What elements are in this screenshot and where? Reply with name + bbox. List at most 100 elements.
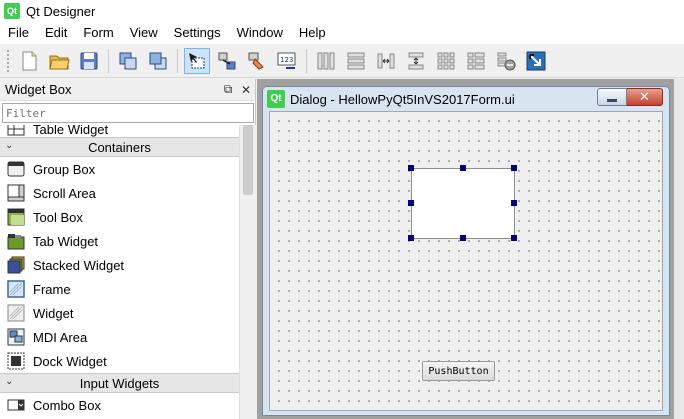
chevron-down-icon: ⌄: [5, 140, 14, 151]
adjust-size-button[interactable]: [523, 48, 549, 74]
edit-tab-order-button[interactable]: 123: [274, 48, 300, 74]
widget-box-title: Widget Box: [5, 82, 72, 97]
qt-logo-icon: Qt: [267, 90, 285, 108]
break-layout-button[interactable]: [493, 48, 519, 74]
dialog-title: Dialog - HellowPyQt5InVS2017Form.ui: [290, 91, 515, 107]
mdi-scrollbar[interactable]: [674, 79, 684, 419]
menu-edit[interactable]: Edit: [37, 22, 75, 44]
edit-signals-slots-button[interactable]: [214, 48, 240, 74]
widget-item-label: Frame: [33, 281, 71, 297]
widget-list: Table Widget ⌄ Containers Group Box Scro…: [0, 125, 239, 419]
category-label: Containers: [88, 139, 151, 155]
dialog-title-bar[interactable]: Qt Dialog - HellowPyQt5InVS2017Form.ui ✕: [263, 87, 669, 111]
layout-grid-button[interactable]: [433, 48, 459, 74]
widget-item-label: MDI Area: [33, 329, 88, 345]
resize-handle[interactable]: [408, 165, 414, 171]
window-title-bar: Qt Qt Designer: [0, 0, 684, 22]
widget-item-label: Scroll Area: [33, 185, 96, 201]
layout-horizontal-button[interactable]: [313, 48, 339, 74]
resize-handle[interactable]: [511, 200, 517, 206]
widget-item-widget[interactable]: Widget: [0, 301, 239, 325]
widget-item-stacked-widget[interactable]: Stacked Widget: [0, 253, 239, 277]
save-icon: [80, 52, 98, 69]
menu-help[interactable]: Help: [291, 22, 334, 44]
widget-item-tab-widget[interactable]: Tab Widget: [0, 229, 239, 253]
resize-handle[interactable]: [408, 200, 414, 206]
widget-icon: [7, 304, 25, 322]
close-dock-icon[interactable]: ✕: [237, 83, 255, 97]
toolbar-grip[interactable]: [6, 48, 10, 73]
minimize-icon: [607, 98, 617, 102]
widget-box-scrollbar[interactable]: [239, 125, 256, 419]
widget-item-scroll-area[interactable]: Scroll Area: [0, 181, 239, 205]
dialog-window-controls: ✕: [597, 88, 663, 106]
edit-buddies-button[interactable]: [244, 48, 270, 74]
widget-box-header: Widget Box ⧉ ✕: [0, 79, 255, 101]
selected-widget[interactable]: [408, 165, 517, 241]
close-icon: ✕: [639, 89, 650, 104]
close-button[interactable]: ✕: [627, 88, 663, 106]
edit-tab-order-icon: 123: [277, 52, 296, 69]
menu-bar: File Edit Form View Settings Window Help: [0, 22, 684, 44]
layout-v-splitter-button[interactable]: [403, 48, 429, 74]
layout-h-splitter-button[interactable]: [373, 48, 399, 74]
form-dialog-window[interactable]: Qt Dialog - HellowPyQt5InVS2017Form.ui ✕…: [262, 86, 670, 416]
layout-vertical-button[interactable]: [343, 48, 369, 74]
qt-designer-app-icon: Qt: [4, 3, 20, 19]
widget-item-label: Stacked Widget: [33, 257, 125, 273]
resize-handle[interactable]: [511, 235, 517, 241]
minimize-button[interactable]: [597, 88, 627, 106]
category-containers[interactable]: ⌄ Containers: [0, 137, 239, 157]
resize-handle[interactable]: [408, 235, 414, 241]
dock-widget-icon: [7, 352, 25, 370]
group-box-icon: [7, 161, 25, 177]
widget-item-combo-box[interactable]: Combo Box: [0, 393, 239, 417]
edit-widgets-icon: [189, 52, 205, 68]
widget-item-frame[interactable]: Frame: [0, 277, 239, 301]
widget-filter-input[interactable]: [3, 104, 253, 122]
bring-to-front-icon: [149, 52, 167, 69]
new-file-button[interactable]: [16, 48, 42, 74]
layout-vertical-icon: [347, 52, 365, 69]
layout-form-icon: [467, 52, 485, 69]
tool-box-icon: [7, 208, 25, 226]
save-button[interactable]: [76, 48, 102, 74]
scroll-area-icon: [7, 184, 25, 202]
bring-to-front-button[interactable]: [145, 48, 171, 74]
chevron-down-icon: ⌄: [5, 376, 14, 387]
menu-form[interactable]: Form: [75, 22, 121, 44]
menu-window[interactable]: Window: [229, 22, 291, 44]
edit-buddies-icon: [248, 52, 264, 70]
resize-handle[interactable]: [511, 165, 517, 171]
widget-item-label: Widget: [33, 305, 74, 321]
widget-item-mdi-area[interactable]: MDI Area: [0, 325, 239, 349]
widget-item-label: Tab Widget: [33, 233, 99, 249]
svg-text:123: 123: [280, 56, 293, 64]
category-input-widgets[interactable]: ⌄ Input Widgets: [0, 373, 239, 393]
new-file-icon: [22, 51, 37, 70]
break-layout-icon: [497, 52, 516, 70]
tab-widget-icon: [7, 234, 25, 250]
main-toolbar: 123: [0, 44, 684, 78]
resize-handle[interactable]: [460, 165, 466, 171]
widget-item-label: Tool Box: [33, 209, 83, 225]
push-button[interactable]: PushButton: [422, 361, 495, 381]
send-to-back-button[interactable]: [115, 48, 141, 74]
scrollbar-thumb[interactable]: [243, 125, 253, 195]
edit-widgets-button[interactable]: [184, 47, 210, 74]
open-file-button[interactable]: [46, 48, 72, 74]
widget-item-dock-widget[interactable]: Dock Widget: [0, 349, 239, 373]
menu-file[interactable]: File: [0, 22, 37, 44]
adjust-size-icon: [526, 51, 546, 70]
float-dock-icon[interactable]: ⧉: [219, 82, 237, 97]
form-canvas[interactable]: PushButton: [269, 111, 663, 411]
widget-item-table-widget[interactable]: Table Widget: [0, 125, 239, 137]
widget-item-tool-box[interactable]: Tool Box: [0, 205, 239, 229]
widget-box-panel: Widget Box ⧉ ✕ Table Widget ⌄ Containers…: [0, 79, 256, 419]
widget-filter-box[interactable]: [2, 103, 254, 123]
layout-form-button[interactable]: [463, 48, 489, 74]
menu-settings[interactable]: Settings: [166, 22, 229, 44]
resize-handle[interactable]: [460, 235, 466, 241]
widget-item-group-box[interactable]: Group Box: [0, 157, 239, 181]
menu-view[interactable]: View: [122, 22, 166, 44]
